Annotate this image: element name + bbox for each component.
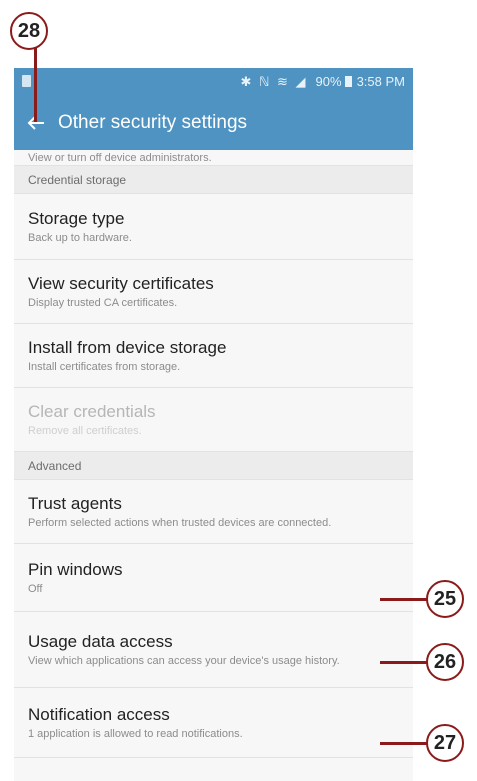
callout-25-leader bbox=[380, 598, 428, 601]
app-bar: Other security settings bbox=[14, 95, 413, 150]
device-administrators-subtitle[interactable]: View or turn off device administrators. bbox=[14, 150, 413, 166]
item-subtitle: Perform selected actions when trusted de… bbox=[28, 516, 332, 529]
callout-28-leader bbox=[34, 48, 37, 122]
section-advanced: Advanced bbox=[14, 452, 413, 480]
callout-27-leader bbox=[380, 742, 428, 745]
usage-data-access-item[interactable]: Usage data access View which application… bbox=[14, 612, 413, 688]
callout-26-leader bbox=[380, 661, 428, 664]
item-subtitle: Install certificates from storage. bbox=[28, 360, 181, 373]
view-security-certificates-item[interactable]: View security certificates Display trust… bbox=[14, 260, 413, 324]
item-title: Storage type bbox=[28, 208, 125, 228]
item-title: View security certificates bbox=[28, 273, 214, 293]
section-credential-storage: Credential storage bbox=[14, 166, 413, 194]
callout-25: 25 bbox=[426, 580, 464, 618]
callout-27: 27 bbox=[426, 724, 464, 762]
trust-agents-item[interactable]: Trust agents Perform selected actions wh… bbox=[14, 480, 413, 544]
status-icons: ✱ ℕ ≋ ◢ bbox=[240, 73, 308, 89]
page-title: Other security settings bbox=[58, 111, 248, 133]
item-title: Pin windows bbox=[28, 559, 123, 579]
clear-credentials-item: Clear credentials Remove all certificate… bbox=[14, 388, 413, 452]
notification-access-item[interactable]: Notification access 1 application is all… bbox=[14, 688, 413, 758]
callout-26: 26 bbox=[426, 643, 464, 681]
item-title: Usage data access bbox=[28, 631, 173, 651]
item-subtitle: Display trusted CA certificates. bbox=[28, 296, 178, 309]
battery-icon bbox=[344, 76, 352, 87]
clock: 3:58 PM bbox=[356, 74, 405, 89]
item-subtitle: Off bbox=[28, 582, 43, 595]
status-bar: ✱ ℕ ≋ ◢ 90% 3:58 PM bbox=[14, 68, 413, 95]
install-from-device-storage-item[interactable]: Install from device storage Install cert… bbox=[14, 324, 413, 388]
item-subtitle: Back up to hardware. bbox=[28, 231, 132, 244]
item-subtitle: Remove all certificates. bbox=[28, 424, 142, 437]
phone-screen: ✱ ℕ ≋ ◢ 90% 3:58 PM Other security setti… bbox=[14, 68, 413, 781]
item-title: Install from device storage bbox=[28, 337, 227, 357]
storage-type-item[interactable]: Storage type Back up to hardware. bbox=[14, 194, 413, 260]
item-title: Clear credentials bbox=[28, 401, 156, 421]
item-title: Trust agents bbox=[28, 493, 122, 513]
pin-windows-item[interactable]: Pin windows Off bbox=[14, 544, 413, 612]
item-subtitle: View which applications can access your … bbox=[28, 654, 340, 667]
notification-icon bbox=[22, 75, 31, 87]
battery-level: 90% bbox=[315, 74, 342, 89]
callout-28: 28 bbox=[10, 12, 48, 50]
item-subtitle: 1 application is allowed to read notific… bbox=[28, 727, 243, 740]
item-title: Notification access bbox=[28, 704, 170, 724]
